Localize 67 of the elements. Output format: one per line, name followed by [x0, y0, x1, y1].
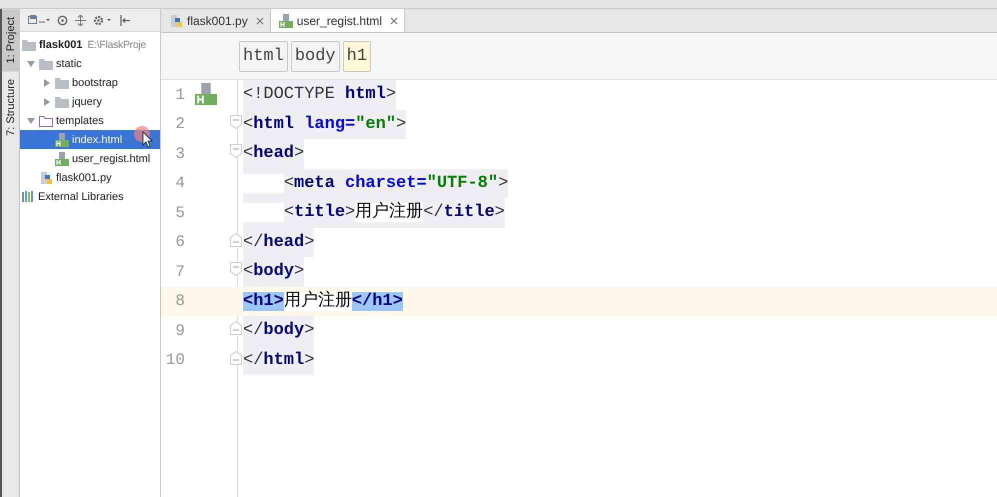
fold-marker-icon[interactable] — [230, 114, 242, 129]
line-number: 4 — [174, 174, 185, 192]
line-number: 9 — [174, 322, 185, 340]
tree-item[interactable]: jquery — [20, 92, 160, 111]
breadcrumb-item[interactable]: html — [239, 40, 288, 72]
breadcrumb-item[interactable]: body — [290, 40, 340, 72]
expand-icon[interactable] — [75, 14, 86, 26]
tree-item[interactable]: index.html — [20, 130, 160, 149]
folder-icon — [39, 58, 53, 70]
html-file-icon — [55, 152, 69, 166]
tree-item[interactable]: flask001 — [39, 38, 82, 50]
line-number: 6 — [174, 233, 185, 252]
expanded-arrow-icon[interactable] — [26, 58, 36, 68]
collapse-icon[interactable] — [120, 14, 130, 26]
fold-marker-icon[interactable] — [230, 144, 242, 158]
line-number: 5 — [174, 204, 185, 222]
tree-item[interactable]: static — [20, 54, 160, 73]
python-file-icon — [169, 14, 183, 28]
settings-icon[interactable] — [93, 14, 113, 26]
tool-window-tab[interactable]: 7: Structure — [2, 71, 20, 144]
code-text: <title>用户注册</title> — [243, 198, 505, 228]
cursor-icon — [132, 125, 156, 149]
code-text: <head> — [243, 139, 304, 168]
breadcrumb-item[interactable]: h1 — [342, 40, 372, 72]
folder-icon — [55, 96, 69, 108]
fold-marker-icon[interactable] — [230, 321, 242, 336]
tree-item[interactable]: External Libraries — [38, 190, 124, 202]
code-text: <meta charset="UTF-8"> — [243, 168, 508, 198]
expanded-arrow-icon[interactable] — [26, 116, 36, 126]
line-number: 8 — [174, 292, 185, 310]
html-file-icon — [193, 83, 219, 105]
fold-marker-icon[interactable] — [230, 350, 242, 365]
html-file-icon — [55, 132, 69, 146]
crosshair-icon[interactable] — [57, 14, 68, 26]
close-icon[interactable] — [390, 16, 398, 24]
code-text: <!DOCTYPE html> — [243, 80, 396, 110]
code-text: </head> — [243, 228, 314, 257]
library-icon — [22, 191, 35, 202]
fold-marker-icon[interactable] — [230, 232, 242, 247]
tree-item[interactable]: templates — [20, 111, 160, 130]
project-path: E:\FlaskProje — [87, 38, 146, 50]
view-options-icon[interactable] — [28, 15, 50, 25]
tree-item[interactable]: bootstrap — [20, 73, 160, 92]
code-text: <body> — [243, 257, 304, 286]
fold-marker-icon[interactable] — [230, 262, 242, 276]
python-file-icon — [39, 170, 53, 184]
line-number: 1 — [174, 86, 185, 104]
line-number: 7 — [174, 262, 185, 281]
tree-item[interactable]: user_regist.html — [20, 149, 160, 168]
tool-window-tab[interactable]: 1: Project — [2, 9, 20, 72]
code-text: <h1>用户注册</h1> — [243, 290, 403, 312]
code-text: </html> — [243, 346, 314, 375]
code-text: </body> — [243, 316, 314, 346]
line-number: 3 — [174, 144, 185, 163]
editor-tab[interactable]: flask001.py — [161, 9, 271, 32]
tab-label: flask001.py — [187, 14, 248, 28]
code-text: <html lang="en"> — [243, 110, 406, 139]
close-icon[interactable] — [256, 16, 264, 24]
folder-icon — [55, 76, 69, 88]
folder-icon — [39, 114, 53, 126]
editor-tab[interactable]: user_regist.html — [270, 9, 406, 32]
line-number: 10 — [164, 351, 185, 370]
html-file-icon — [278, 14, 293, 28]
tab-label: user_regist.html — [296, 14, 382, 28]
folder-icon — [22, 38, 36, 50]
line-number: 2 — [174, 115, 185, 134]
tree-item[interactable]: flask001.py — [20, 168, 160, 187]
